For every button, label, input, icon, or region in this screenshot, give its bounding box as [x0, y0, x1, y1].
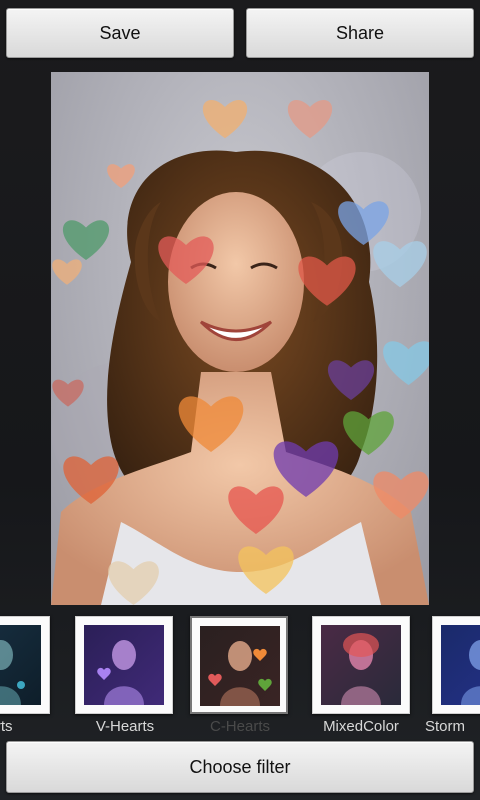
- filter-preview: [0, 625, 41, 705]
- filter-strip[interactable]: arts V-Hearts C-Hearts: [0, 612, 480, 737]
- filter-thumbnail-selected[interactable]: [190, 616, 288, 714]
- filter-label: MixedColor: [323, 718, 399, 735]
- choose-filter-button[interactable]: Choose filter: [6, 741, 474, 793]
- filter-label: V-Hearts: [95, 718, 155, 735]
- filter-preview: [321, 625, 401, 705]
- filter-label-selected: C-Hearts: [209, 718, 270, 735]
- filter-preview: [441, 625, 480, 705]
- filter-thumbnail[interactable]: [432, 616, 480, 714]
- filter-label: arts: [0, 718, 13, 735]
- photo-illustration: [51, 100, 429, 605]
- filter-preview: [84, 625, 164, 705]
- filter-thumbnail[interactable]: [312, 616, 410, 714]
- filter-thumbnail[interactable]: [75, 616, 173, 714]
- filter-label: Storm: [424, 718, 465, 735]
- save-button[interactable]: Save: [6, 8, 234, 58]
- share-button[interactable]: Share: [246, 8, 474, 58]
- preview-photo: [51, 72, 429, 605]
- filter-preview: [200, 626, 280, 706]
- filter-thumbnail[interactable]: [0, 616, 50, 714]
